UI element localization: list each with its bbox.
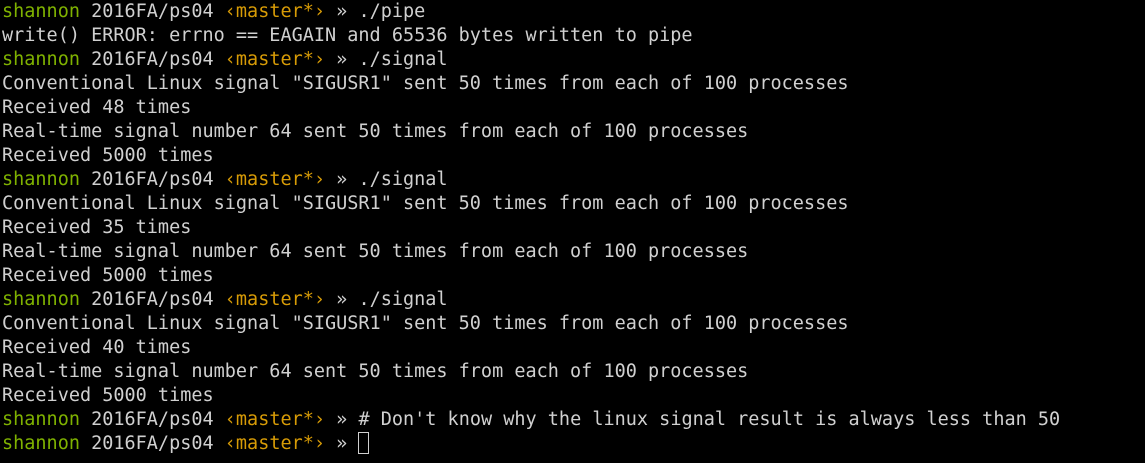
prompt-separator: »	[336, 49, 348, 70]
prompt-separator: »	[336, 169, 348, 190]
output-text: Conventional Linux signal "SIGUSR1" sent…	[2, 313, 849, 334]
prompt-separator: »	[336, 1, 348, 22]
output-text: Received 5000 times	[2, 265, 214, 286]
command-text: ./signal	[358, 49, 448, 70]
prompt-user: shannon	[2, 433, 80, 454]
prompt-line: shannon 2016FA/ps04 ‹master*› »	[2, 432, 1145, 456]
prompt-separator: »	[336, 409, 348, 430]
prompt-branch: ‹master*›	[224, 289, 326, 310]
terminal-output: shannon 2016FA/ps04 ‹master*› » ./pipe wr…	[2, 0, 1145, 456]
output-text: Received 5000 times	[2, 385, 214, 406]
prompt-user: shannon	[2, 169, 80, 190]
terminal-window[interactable]: shannon 2016FA/ps04 ‹master*› » ./pipe wr…	[2, 0, 1145, 463]
output-line: Conventional Linux signal "SIGUSR1" sent…	[2, 72, 1145, 96]
prompt-user: shannon	[2, 289, 80, 310]
command-text: ./pipe	[358, 1, 426, 22]
output-text: write() ERROR: errno == EAGAIN and 65536…	[2, 25, 693, 46]
output-line: Received 5000 times	[2, 264, 1145, 288]
output-line: Real-time signal number 64 sent 50 times…	[2, 360, 1145, 384]
text-cursor[interactable]	[358, 432, 370, 454]
prompt-path: 2016FA/ps04	[91, 49, 214, 70]
prompt-user: shannon	[2, 49, 80, 70]
output-line: Received 5000 times	[2, 144, 1145, 168]
prompt-path: 2016FA/ps04	[91, 409, 214, 430]
output-text: Real-time signal number 64 sent 50 times…	[2, 361, 749, 382]
output-text: Conventional Linux signal "SIGUSR1" sent…	[2, 193, 849, 214]
output-line: Received 48 times	[2, 96, 1145, 120]
output-text: Real-time signal number 64 sent 50 times…	[2, 241, 749, 262]
command-text: ./signal	[358, 169, 448, 190]
prompt-path: 2016FA/ps04	[91, 289, 214, 310]
prompt-line: shannon 2016FA/ps04 ‹master*› » ./signal	[2, 48, 1145, 72]
output-line: Received 40 times	[2, 336, 1145, 360]
prompt-path: 2016FA/ps04	[91, 433, 214, 454]
command-text: ./signal	[358, 289, 448, 310]
output-line: write() ERROR: errno == EAGAIN and 65536…	[2, 24, 1145, 48]
command-text: # Don't know why the linux signal result…	[358, 409, 1061, 430]
prompt-path: 2016FA/ps04	[91, 1, 214, 22]
prompt-user: shannon	[2, 1, 80, 22]
prompt-separator: »	[336, 289, 348, 310]
prompt-line: shannon 2016FA/ps04 ‹master*› » # Don't …	[2, 408, 1145, 432]
output-line: Conventional Linux signal "SIGUSR1" sent…	[2, 192, 1145, 216]
prompt-line: shannon 2016FA/ps04 ‹master*› » ./pipe	[2, 0, 1145, 24]
output-line: Conventional Linux signal "SIGUSR1" sent…	[2, 312, 1145, 336]
output-line: Real-time signal number 64 sent 50 times…	[2, 240, 1145, 264]
prompt-line: shannon 2016FA/ps04 ‹master*› » ./signal	[2, 168, 1145, 192]
output-line: Received 5000 times	[2, 384, 1145, 408]
prompt-branch: ‹master*›	[224, 169, 326, 190]
output-line: Received 35 times	[2, 216, 1145, 240]
prompt-branch: ‹master*›	[224, 1, 326, 22]
output-text: Received 40 times	[2, 337, 192, 358]
prompt-user: shannon	[2, 409, 80, 430]
output-text: Received 35 times	[2, 217, 192, 238]
prompt-line: shannon 2016FA/ps04 ‹master*› » ./signal	[2, 288, 1145, 312]
output-text: Received 5000 times	[2, 145, 214, 166]
output-text: Conventional Linux signal "SIGUSR1" sent…	[2, 73, 849, 94]
prompt-branch: ‹master*›	[224, 49, 326, 70]
output-line: Real-time signal number 64 sent 50 times…	[2, 120, 1145, 144]
prompt-path: 2016FA/ps04	[91, 169, 214, 190]
prompt-branch: ‹master*›	[224, 433, 326, 454]
prompt-separator: »	[336, 433, 348, 454]
output-text: Real-time signal number 64 sent 50 times…	[2, 121, 749, 142]
output-text: Received 48 times	[2, 97, 192, 118]
prompt-branch: ‹master*›	[224, 409, 326, 430]
